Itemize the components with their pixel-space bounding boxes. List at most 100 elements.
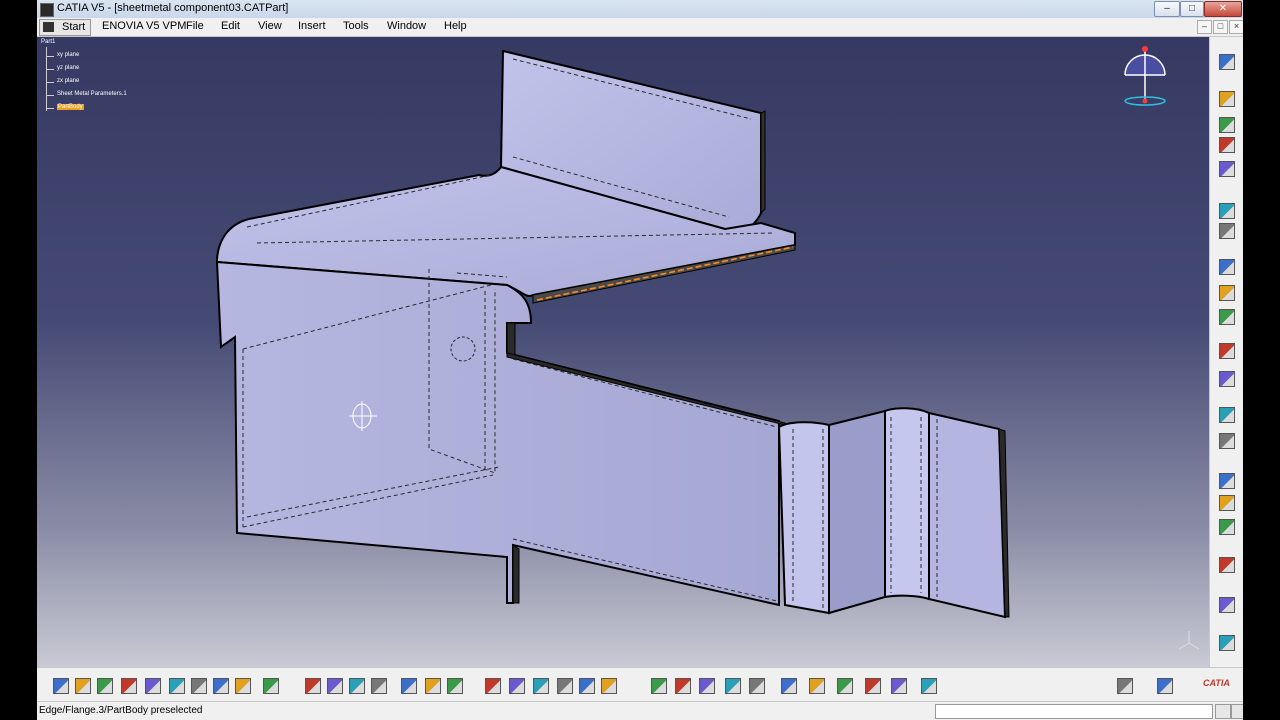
check-icon[interactable] [1219, 557, 1235, 573]
catia-window: CATIA V5 - [sheetmetal component03.CATPa… [37, 0, 1243, 720]
axis-triad-icon [1178, 631, 1200, 650]
swap-icon[interactable] [749, 678, 765, 694]
view-mode-icon[interactable] [781, 678, 797, 694]
compass-icon[interactable] [1124, 46, 1166, 106]
undo-icon[interactable] [213, 678, 229, 694]
axis-icon[interactable] [401, 678, 417, 694]
tree-branch [46, 108, 54, 109]
repeat-command-button[interactable] [1231, 704, 1243, 719]
fit-all-icon[interactable] [509, 678, 525, 694]
close-button[interactable]: ✕ [1204, 1, 1242, 17]
menu-help[interactable]: Help [444, 20, 467, 32]
apply-material-icon[interactable] [1219, 635, 1235, 651]
whats-this-icon[interactable] [263, 678, 279, 694]
material-icon[interactable] [809, 678, 825, 694]
fly-mode-icon[interactable] [485, 678, 501, 694]
tree-item-label: PartBody [58, 104, 83, 110]
right-corrugation[interactable] [777, 407, 1010, 619]
lock-icon[interactable] [837, 678, 853, 694]
doc-minimize-button[interactable]: – [1197, 20, 1212, 34]
menu-tools[interactable]: Tools [343, 20, 369, 32]
3d-viewport[interactable]: Part1 xy plane yz plane zx plane Sheet M… [37, 37, 1209, 667]
sheet-metal-parameters-icon[interactable] [1219, 91, 1235, 107]
rotate-icon[interactable] [557, 678, 573, 694]
measure-icon[interactable] [447, 678, 463, 694]
cut-icon[interactable] [145, 678, 161, 694]
sheet-metal-part-view[interactable] [37, 37, 1209, 667]
publish-icon[interactable] [425, 678, 441, 694]
tree-item-zx-plane[interactable]: zx plane [57, 78, 79, 84]
render-icon[interactable] [921, 678, 937, 694]
tree-branch [46, 56, 54, 57]
command-input[interactable] [935, 704, 1213, 719]
paste-icon[interactable] [191, 678, 207, 694]
tree-branch [46, 69, 54, 70]
front-wall[interactable] [215, 260, 786, 607]
catalog-icon[interactable] [349, 678, 365, 694]
sketcher-icon[interactable] [1219, 343, 1235, 359]
pan-icon[interactable] [533, 678, 549, 694]
menu-edit[interactable]: Edit [221, 20, 240, 32]
surface-icon[interactable] [1219, 495, 1235, 511]
stop-command-button[interactable] [1215, 704, 1231, 719]
right-toolbar [1209, 37, 1243, 667]
save-icon[interactable] [97, 678, 113, 694]
formula-icon[interactable] [305, 678, 321, 694]
select-set-icon[interactable] [891, 678, 907, 694]
menu-bar: Start ENOVIA V5 VPM File Edit View Inser… [37, 18, 1243, 37]
save-management-icon[interactable] [1219, 223, 1235, 239]
cutout-icon[interactable] [1219, 473, 1235, 489]
menu-enovia[interactable]: ENOVIA V5 VPM [102, 20, 186, 32]
camera-icon[interactable] [1117, 678, 1133, 694]
tree-item-label: xy plane [57, 52, 80, 58]
start-menu[interactable]: Start [39, 19, 91, 36]
print-icon[interactable] [121, 678, 137, 694]
part-body-icon[interactable] [1219, 371, 1235, 387]
new-icon[interactable] [53, 678, 69, 694]
tree-root-label: Part1 [41, 39, 56, 45]
stamp-icon[interactable] [1219, 433, 1235, 449]
doc-close-button[interactable]: × [1229, 20, 1243, 34]
image-icon[interactable] [1157, 678, 1173, 694]
title-bar: CATIA V5 - [sheetmetal component03.CATPa… [37, 0, 1243, 19]
tree-item-partbody[interactable]: PartBody [57, 104, 84, 110]
tree-item-label: yz plane [57, 65, 80, 71]
shading-icon[interactable] [699, 678, 715, 694]
text-abc-icon[interactable] [1219, 259, 1235, 275]
select-arrow-icon[interactable] [1219, 54, 1235, 70]
menu-window[interactable]: Window [387, 20, 426, 32]
minimize-button[interactable]: – [1154, 1, 1180, 17]
tree-root-part[interactable]: Part1 [41, 39, 55, 45]
copy-icon[interactable] [169, 678, 185, 694]
snapshot-icon[interactable] [865, 678, 881, 694]
menu-view[interactable]: View [258, 20, 282, 32]
tree-item-yz-plane[interactable]: yz plane [57, 65, 79, 71]
redo-icon[interactable] [235, 678, 251, 694]
status-message: Edge/Flange.3/PartBody preselected [39, 705, 203, 716]
annotation-icon[interactable] [1219, 285, 1235, 301]
knowledge-advisor-icon[interactable] [327, 678, 343, 694]
start-icon [43, 22, 54, 32]
hide-show-icon[interactable] [725, 678, 741, 694]
menu-insert[interactable]: Insert [298, 20, 326, 32]
zoom-out-icon[interactable] [601, 678, 617, 694]
pattern-icon[interactable] [1219, 407, 1235, 423]
iso-view-icon[interactable] [675, 678, 691, 694]
wall-icon[interactable] [1219, 117, 1235, 133]
tree-item-xy-plane[interactable]: xy plane [57, 52, 79, 58]
flange-icon[interactable] [1219, 161, 1235, 177]
hole-icon[interactable] [1219, 519, 1235, 535]
unfold-icon[interactable] [1219, 203, 1235, 219]
zoom-in-icon[interactable] [579, 678, 595, 694]
open-icon[interactable] [75, 678, 91, 694]
extrusion-icon[interactable] [1219, 137, 1235, 153]
measure-icon[interactable] [1219, 597, 1235, 613]
sketch-icon[interactable] [1219, 309, 1235, 325]
tree-item-sheet-metal-parameters[interactable]: Sheet Metal Parameters.1 [57, 91, 127, 97]
maximize-button[interactable]: □ [1180, 1, 1204, 17]
menu-file[interactable]: File [186, 20, 204, 32]
table-icon[interactable] [371, 678, 387, 694]
normal-view-icon[interactable] [651, 678, 667, 694]
catia-logo: CATIA [1203, 678, 1230, 688]
doc-restore-button[interactable]: □ [1213, 20, 1228, 34]
